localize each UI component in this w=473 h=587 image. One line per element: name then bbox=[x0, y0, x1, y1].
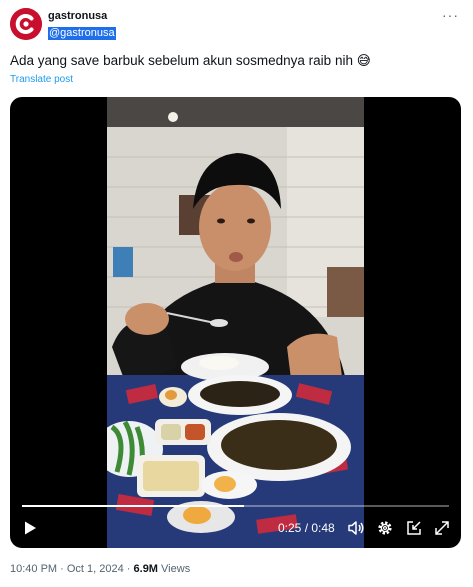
time-total: 0:48 bbox=[311, 521, 335, 535]
video-progress-track[interactable] bbox=[22, 505, 449, 507]
post-header: gastronusa @gastronusa ··· bbox=[10, 8, 463, 42]
meta-separator: · bbox=[123, 563, 134, 575]
play-icon[interactable] bbox=[22, 520, 38, 536]
time-current: 0:25 bbox=[278, 521, 302, 535]
video-controls: 0:25 / 0:48 bbox=[10, 515, 461, 543]
video-still-image bbox=[107, 97, 364, 548]
settings-icon[interactable] bbox=[376, 519, 394, 537]
translate-link[interactable]: Translate post bbox=[10, 74, 73, 85]
views-label: Views bbox=[161, 563, 191, 575]
views-count: 6.9M bbox=[133, 563, 158, 575]
video-player[interactable]: 0:25 / 0:48 bbox=[10, 97, 461, 548]
video-frame bbox=[107, 97, 364, 548]
brand-logo-icon bbox=[10, 8, 42, 40]
avatar[interactable] bbox=[10, 8, 42, 40]
video-progress-fill bbox=[22, 505, 245, 507]
display-name[interactable]: gastronusa bbox=[48, 9, 116, 23]
time-separator: / bbox=[301, 521, 312, 535]
volume-icon[interactable] bbox=[347, 519, 365, 537]
exit-icon[interactable] bbox=[405, 519, 423, 537]
user-handle[interactable]: @gastronusa bbox=[48, 27, 116, 40]
author-names: gastronusa @gastronusa bbox=[48, 9, 116, 41]
post-timestamp[interactable]: 10:40 PM · Oct 1, 2024 bbox=[10, 563, 124, 575]
post-meta: 10:40 PM · Oct 1, 2024 · 6.9M Views bbox=[10, 562, 190, 576]
fullscreen-icon[interactable] bbox=[433, 519, 451, 537]
more-icon[interactable]: ··· bbox=[442, 8, 459, 22]
post-text: Ada yang save barbuk sebelum akun sosmed… bbox=[10, 53, 371, 68]
video-time: 0:25 / 0:48 bbox=[278, 520, 335, 536]
